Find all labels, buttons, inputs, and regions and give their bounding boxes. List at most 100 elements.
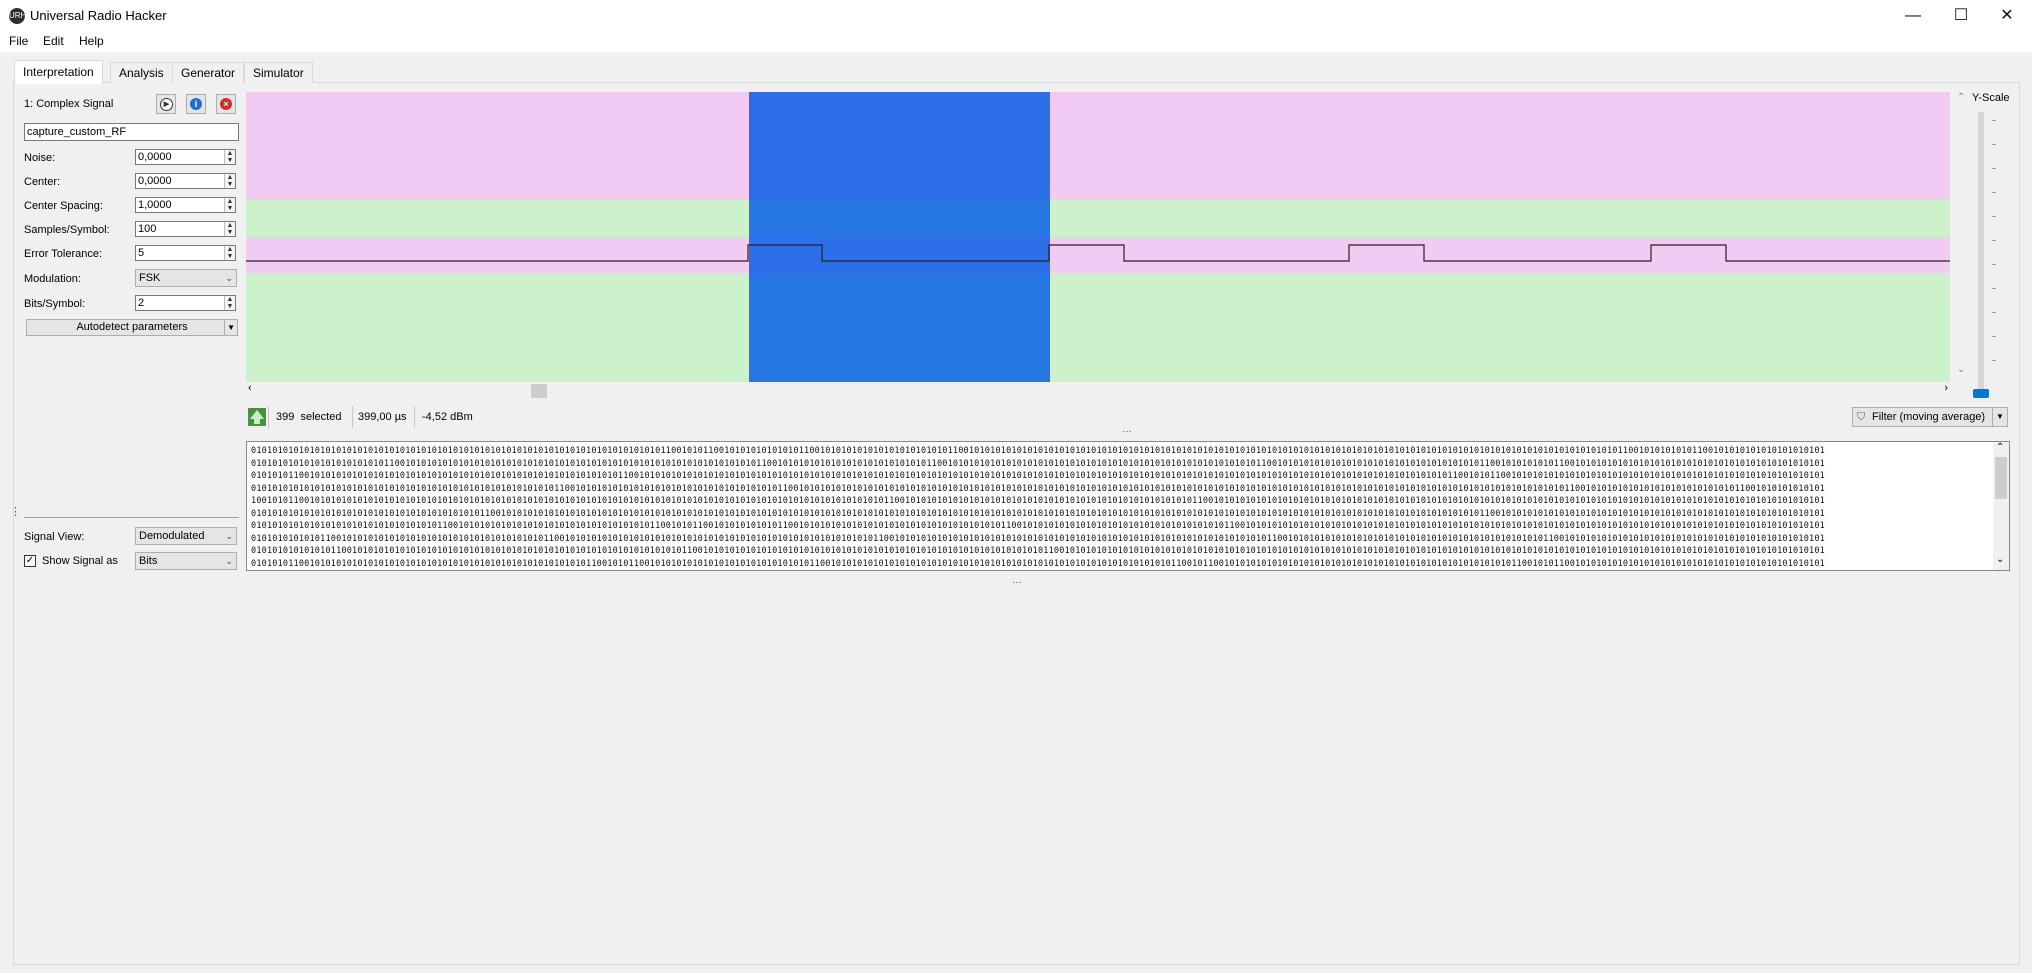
signal-name-input[interactable]: capture_custom_RF [24,123,239,141]
scroll-thumb[interactable] [531,384,547,398]
filter-icon: ⛉ [1857,411,1866,423]
error-tolerance-label: Error Tolerance: [24,248,103,260]
center-input[interactable]: 0,0000 ▲ ▼ [135,173,236,189]
menu-help[interactable]: Help [79,34,104,48]
scroll-down-icon[interactable]: ⌄ [1996,554,2004,565]
spin-arrows-icon[interactable]: ▲ ▼ [224,174,235,188]
selected-count-value: 399 [276,411,295,423]
bits-vertical-scrollbar[interactable]: ⌃ ⌄ [1993,442,2009,570]
selected-count-label: selected [300,411,342,423]
yscale-tick [1992,360,1996,361]
yscale-tick [1992,144,1996,145]
modulation-select[interactable]: FSK ⌄ [135,269,237,287]
yscale-tick [1992,168,1996,169]
menu-file[interactable]: File [9,34,28,48]
menu-edit[interactable]: Edit [43,34,64,48]
bits-line: 0101010101010101010101010101010101010101… [251,446,1825,456]
bits-line: 0101010110010101010101010101010101010101… [251,471,1825,481]
signal-horizontal-scrollbar[interactable]: ‹ › [246,382,1950,398]
scroll-right-icon[interactable]: › [1944,382,1948,394]
selection-duration: 399,00 µs [352,406,415,428]
scroll-thumb[interactable] [1995,457,2007,499]
tab-simulator[interactable]: Simulator [244,62,313,83]
signal-view-label: Signal View: [24,531,85,543]
select-mode-icon [247,407,267,427]
scroll-up-icon[interactable]: ⌃ [1996,442,2004,453]
modulation-value: FSK [139,272,161,284]
close-icon: × [220,98,232,110]
separator [24,517,239,518]
modulation-label: Modulation: [24,273,81,285]
spin-arrows-icon[interactable]: ▲ ▼ [224,296,235,310]
tab-analysis[interactable]: Analysis [110,62,173,83]
samples-per-symbol-input[interactable]: 100 ▲ ▼ [135,221,236,237]
signal-header: 1: Complex Signal [24,98,114,110]
center-value: 0,0000 [138,175,172,187]
center-spacing-value: 1,0000 [138,199,172,211]
noise-label: Noise: [24,152,56,164]
noise-value: 0,0000 [138,151,172,163]
info-icon: i [190,98,202,110]
chevron-down-icon: ⌄ [225,273,233,283]
show-signal-select[interactable]: Bits ⌄ [135,552,237,570]
bits-per-symbol-label: Bits/Symbol: [24,298,86,310]
bits-line: 1001010110010101010101010101010101010101… [251,496,1825,506]
bits-text-view[interactable]: 0101010101010101010101010101010101010101… [246,441,2010,571]
samples-per-symbol-value: 100 [138,223,157,235]
yscale-tick [1992,216,1996,217]
signal-view-select[interactable]: Demodulated ⌄ [135,527,237,545]
selection-power: -4,52 dBm [422,411,473,423]
dropdown-arrow-icon[interactable]: ▼ [1992,408,2007,426]
bits-per-symbol-input[interactable]: 2 ▲ ▼ [135,295,236,311]
app-logo-icon: URH [9,8,26,24]
tab-interpretation[interactable]: Interpretation [14,60,103,84]
show-signal-checkbox[interactable]: ✓ [24,555,36,567]
bits-line: 0101010101010101100101010101010101010101… [251,546,1825,556]
signal-vertical-scrollbar[interactable]: ⌃ ⌄ [1955,92,1971,382]
play-button[interactable]: ▶ [156,94,176,114]
yscale-slider-handle[interactable] [1973,389,1989,398]
bits-line: 0101010110010101010101010101010101010101… [251,558,1825,569]
autodetect-label: Autodetect parameters [76,321,188,333]
error-tolerance-value: 5 [138,247,145,259]
minimize-button[interactable]: — [1890,0,1936,31]
dropdown-arrow-icon[interactable]: ▼ [224,320,235,335]
yscale-label: Y-Scale [1972,92,2010,104]
yscale-tick [1992,240,1996,241]
spin-arrows-icon[interactable]: ▲ ▼ [224,246,235,260]
error-tolerance-input[interactable]: 5 ▲ ▼ [135,245,236,261]
yscale-tick [1992,192,1996,193]
info-button[interactable]: i [186,94,206,114]
yscale-slider-track[interactable] [1978,112,1984,392]
samples-per-symbol-label: Samples/Symbol: [24,224,110,236]
splitter-handle[interactable]: ··· [1122,426,1132,437]
signal-view-value: Demodulated [139,530,205,542]
noise-input[interactable]: 0,0000 ▲ ▼ [135,149,236,165]
splitter-handle[interactable]: ⋮ [10,505,21,518]
selection-toggle-button[interactable] [246,406,269,428]
center-spacing-input[interactable]: 1,0000 ▲ ▼ [135,197,236,213]
maximize-button[interactable]: ☐ [1938,0,1984,31]
chevron-down-icon: ⌄ [225,531,233,541]
signal-graphics-view[interactable] [246,92,1950,382]
menu-bar [0,31,2032,52]
show-signal-value: Bits [139,555,158,567]
scroll-left-icon[interactable]: ‹ [248,382,252,394]
yscale-tick [1992,312,1996,313]
splitter-handle[interactable]: ··· [1012,577,1022,588]
filter-button[interactable]: ⛉ Filter (moving average) ▼ [1852,407,2008,427]
autodetect-button[interactable]: Autodetect parameters ▼ [26,319,238,336]
scroll-down-icon[interactable]: ⌄ [1957,364,1965,375]
title-bar [0,0,2032,31]
spin-arrows-icon[interactable]: ▲ ▼ [224,222,235,236]
spin-arrows-icon[interactable]: ▲ ▼ [224,150,235,164]
close-window-button[interactable]: ✕ [1984,0,2030,31]
yscale-tick [1992,288,1996,289]
scroll-up-icon[interactable]: ⌃ [1957,92,1965,103]
center-spacing-label: Center Spacing: [24,200,103,212]
spin-arrows-icon[interactable]: ▲ ▼ [224,198,235,212]
close-signal-button[interactable]: × [216,94,236,114]
bits-line: 0101010101010101010101010101010101010101… [251,508,1825,519]
center-label: Center: [24,176,61,188]
tab-generator[interactable]: Generator [172,62,245,83]
